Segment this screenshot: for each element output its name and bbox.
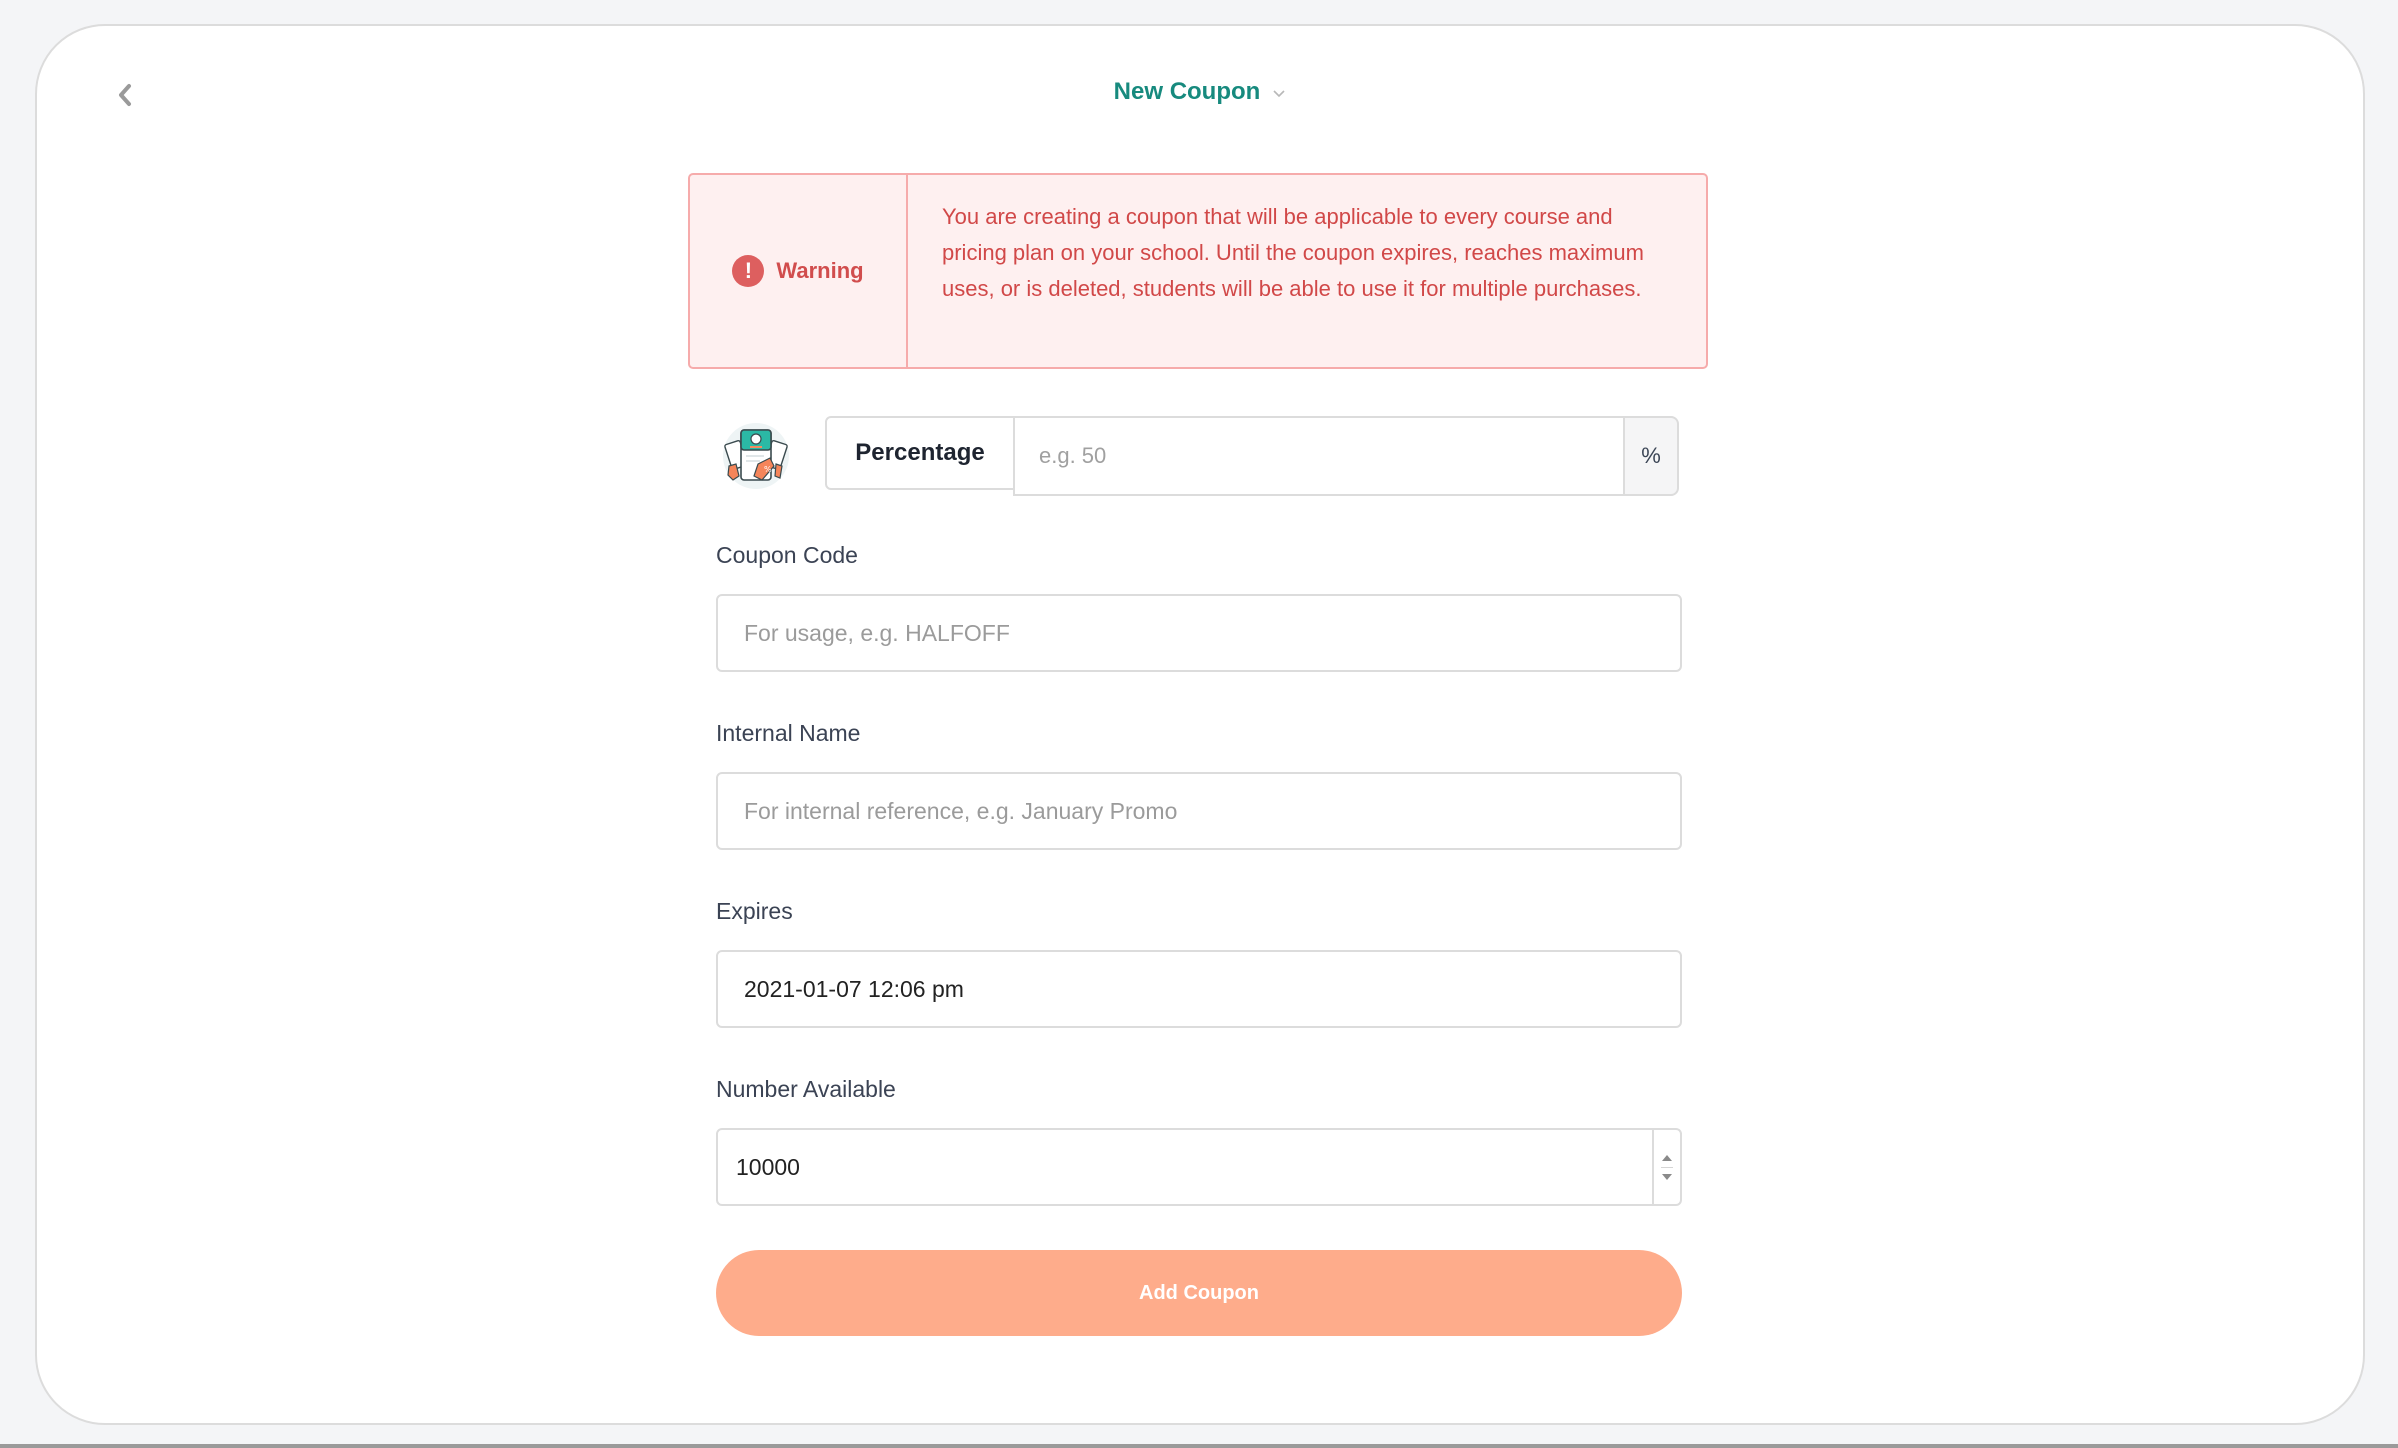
stepper-controls [1652,1130,1680,1204]
coupon-code-field: Coupon Code [716,540,1682,672]
coupon-code-input[interactable] [716,594,1682,672]
exclamation-circle-icon: ! [732,255,765,287]
number-available-label: Number Available [716,1076,896,1102]
discount-row: % Percentage % [716,416,1680,496]
warning-banner: ! Warning You are creating a coupon that… [688,173,1708,369]
stepper-divider [1661,1166,1673,1168]
expires-label: Expires [716,898,793,924]
add-coupon-button[interactable]: Add Coupon [716,1250,1682,1336]
warning-label: Warning [776,258,864,283]
warning-heading: ! Warning [690,175,908,367]
internal-name-field: Internal Name [716,718,1682,850]
page-title[interactable]: New Coupon [1114,78,1261,106]
internal-name-label: Internal Name [716,720,861,746]
expires-input[interactable] [716,950,1682,1028]
discount-amount-input[interactable] [1013,416,1625,496]
coupon-tags-illustration: % [723,423,789,489]
number-available-stepper [716,1128,1682,1206]
decrement-arrow-icon[interactable] [1662,1173,1672,1180]
header: New Coupon [37,78,2363,106]
underlying-page-edge [0,1444,2398,1448]
increment-arrow-icon[interactable] [1662,1154,1672,1161]
svg-text:%: % [764,465,772,474]
internal-name-input[interactable] [716,772,1682,850]
number-available-input[interactable] [718,1130,1654,1204]
chevron-down-icon[interactable] [1272,89,1286,99]
expires-field: Expires [716,896,1682,1028]
warning-message: You are creating a coupon that will be a… [942,204,1644,301]
coupon-code-label: Coupon Code [716,542,858,568]
number-available-field: Number Available [716,1074,1682,1206]
discount-type-button[interactable]: Percentage [825,416,1015,490]
percent-suffix: % [1623,416,1679,496]
